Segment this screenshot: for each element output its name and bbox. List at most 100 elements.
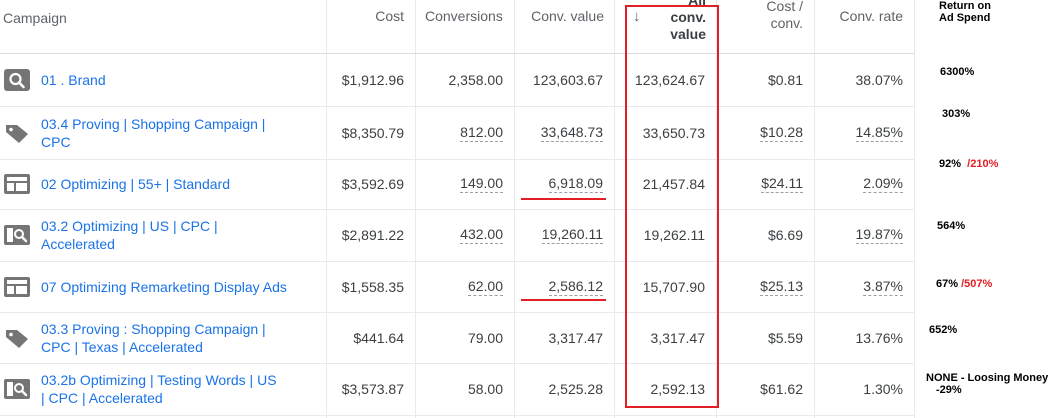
underline-annotation: [521, 299, 606, 301]
tag-icon: [4, 327, 30, 349]
conv-rate-cell: 1.30%: [815, 363, 914, 415]
conversions-value: 79.00: [467, 329, 503, 346]
cost-value: $1,912.96: [341, 72, 404, 88]
roas-header: Return on Ad Spend: [939, 0, 991, 24]
campaign-name-line1[interactable]: 03.2 Optimizing | US | CPC |: [41, 217, 218, 235]
cost-cell: $441.64: [327, 312, 415, 363]
conversions-cell: 432.00: [416, 209, 514, 261]
conv-value-value[interactable]: 33,648.73: [540, 124, 603, 142]
header-cost-per-conv-line2: conv.: [770, 15, 803, 31]
conv-value-cell: 33,648.73: [515, 106, 614, 159]
conv-rate-value: 38.07%: [855, 72, 903, 88]
cost-conv-value: $5.59: [767, 329, 803, 346]
cost-conv-cell: $0.81: [717, 54, 814, 106]
conversions-cell: 149.00: [416, 159, 514, 209]
conv-rate-value[interactable]: 14.85%: [855, 124, 903, 142]
cost-conv-value[interactable]: $25.13: [760, 278, 803, 296]
conversions-value[interactable]: 812.00: [460, 124, 503, 142]
cost-value: $3,592.69: [341, 176, 404, 192]
cost-conv-value[interactable]: $10.28: [760, 124, 803, 142]
campaign-name-line1[interactable]: 03.4 Proving | Shopping Campaign |: [41, 115, 265, 133]
conv-value-cell: 2,586.12: [515, 261, 614, 312]
table-row[interactable]: 03.3 Proving : Shopping Campaign | CPC | …: [0, 312, 915, 364]
roas-note-line1: NONE - Loosing Money: [926, 372, 1049, 384]
conversions-cell: 62.00: [416, 261, 514, 312]
campaign-name-link[interactable]: 01 . Brand: [41, 54, 106, 106]
conversions-value[interactable]: 149.00: [460, 175, 503, 193]
all-conv-value-highlight-box: [625, 5, 719, 408]
table-row[interactable]: 02 Optimizing | 55+ | Standard $3,592.69 1…: [0, 159, 915, 210]
table-row[interactable]: 03.4 Proving | Shopping Campaign | CPC $8,…: [0, 106, 915, 160]
table-row[interactable]: 03.2b Optimizing | Testing Words | US | C…: [0, 363, 915, 416]
campaign-name-line2[interactable]: | CPC | Accelerated: [41, 389, 277, 407]
cost-conv-cell: $61.62: [717, 363, 814, 415]
cost-cell: $1,558.35: [327, 261, 415, 312]
table-row[interactable]: 01 . Brand $1,912.96 2,358.00 123,603.67 123…: [0, 54, 915, 107]
conversions-cell: 812.00: [416, 106, 514, 159]
conv-rate-value[interactable]: 2.09%: [863, 175, 903, 193]
conv-value-cell: 6,918.09: [515, 159, 614, 209]
cost-conv-value: $0.81: [767, 72, 803, 88]
conversions-value[interactable]: 432.00: [460, 226, 503, 244]
cost-conv-cell: $6.69: [717, 209, 814, 261]
conv-value-value: 2,525.28: [548, 381, 604, 397]
conv-value-cell: 2,525.28: [515, 363, 614, 415]
cost-value: $8,350.79: [341, 124, 404, 141]
campaign-name-line1[interactable]: 07 Optimizing Remarketing Display Ads: [41, 278, 287, 296]
conv-rate-value[interactable]: 19.87%: [855, 226, 903, 244]
header-conv-value[interactable]: Conv. value: [520, 8, 604, 25]
header-conversions[interactable]: Conversions: [425, 8, 505, 25]
header-cost-per-conv[interactable]: Cost / conv.: [730, 0, 803, 32]
cost-cell: $8,350.79: [327, 106, 415, 159]
campaign-name-line1[interactable]: 01 . Brand: [41, 71, 106, 89]
campaign-name-line1[interactable]: 03.2b Optimizing | Testing Words | US: [41, 371, 277, 389]
cost-cell: $1,912.96: [327, 54, 415, 106]
conversions-value: 58.00: [467, 381, 503, 397]
roas-note-row1: 6300%: [940, 66, 975, 78]
conv-rate-value[interactable]: 3.87%: [863, 278, 903, 296]
conv-value-value[interactable]: 2,586.12: [548, 278, 603, 296]
campaign-name-link[interactable]: 07 Optimizing Remarketing Display Ads: [41, 261, 287, 312]
search-display-icon: [4, 224, 30, 246]
roas-value: 92%: [939, 158, 962, 170]
header-conv-rate[interactable]: Conv. rate: [820, 8, 903, 25]
roas-note-row5: 67% /507%: [936, 278, 992, 290]
roas-note-row3: 92% /210%: [939, 158, 998, 170]
conv-rate-cell: 19.87%: [815, 209, 914, 261]
table-row[interactable]: 03.2 Optimizing | US | CPC | Accelerated $…: [0, 209, 915, 262]
conv-value-value: 3,317.47: [548, 329, 604, 346]
header-campaign[interactable]: Campaign: [3, 10, 67, 27]
campaign-name-link[interactable]: 03.2 Optimizing | US | CPC | Accelerated: [41, 209, 218, 261]
campaign-name-line2[interactable]: Accelerated: [41, 235, 218, 253]
roas-all-value: /210%: [967, 158, 999, 170]
cost-conv-cell: $24.11: [717, 159, 814, 209]
conversions-cell: 2,358.00: [416, 54, 514, 106]
campaign-name-line2[interactable]: CPC: [41, 133, 265, 151]
cost-conv-value: $6.69: [767, 227, 803, 243]
underline-annotation: [521, 198, 606, 200]
campaign-name-line1[interactable]: 02 Optimizing | 55+ | Standard: [41, 175, 230, 193]
campaign-name-link[interactable]: 02 Optimizing | 55+ | Standard: [41, 159, 230, 209]
campaign-name-link[interactable]: 03.4 Proving | Shopping Campaign | CPC: [41, 106, 265, 159]
conv-rate-cell: 13.76%: [815, 312, 914, 363]
conv-value-value[interactable]: 6,918.09: [548, 175, 603, 193]
display-icon: [4, 173, 30, 195]
roas-note-row6: 652%: [929, 324, 958, 336]
cost-value: $1,558.35: [341, 278, 404, 295]
conversions-value[interactable]: 62.00: [467, 278, 503, 296]
table-row[interactable]: 07 Optimizing Remarketing Display Ads $1,…: [0, 261, 915, 313]
header-cost[interactable]: Cost: [340, 8, 404, 25]
conv-rate-value: 13.76%: [855, 329, 903, 346]
tag-icon: [4, 122, 30, 144]
conv-value-value[interactable]: 19,260.11: [541, 226, 603, 244]
cost-conv-value[interactable]: $24.11: [761, 175, 803, 193]
campaign-name-line1[interactable]: 03.3 Proving : Shopping Campaign |: [41, 320, 266, 338]
campaign-name-link[interactable]: 03.3 Proving : Shopping Campaign | CPC | …: [41, 312, 266, 363]
campaign-name-link[interactable]: 03.2b Optimizing | Testing Words | US | C…: [41, 363, 277, 415]
roas-value: 67%: [936, 278, 959, 290]
conv-value-cell: 19,260.11: [515, 209, 614, 261]
table-header: Campaign Cost Conversions Conv. value ↓ …: [0, 0, 915, 54]
campaign-name-line2[interactable]: CPC | Texas | Accelerated: [41, 338, 266, 356]
cost-conv-cell: $10.28: [717, 106, 814, 159]
cost-conv-value: $61.62: [760, 381, 803, 397]
